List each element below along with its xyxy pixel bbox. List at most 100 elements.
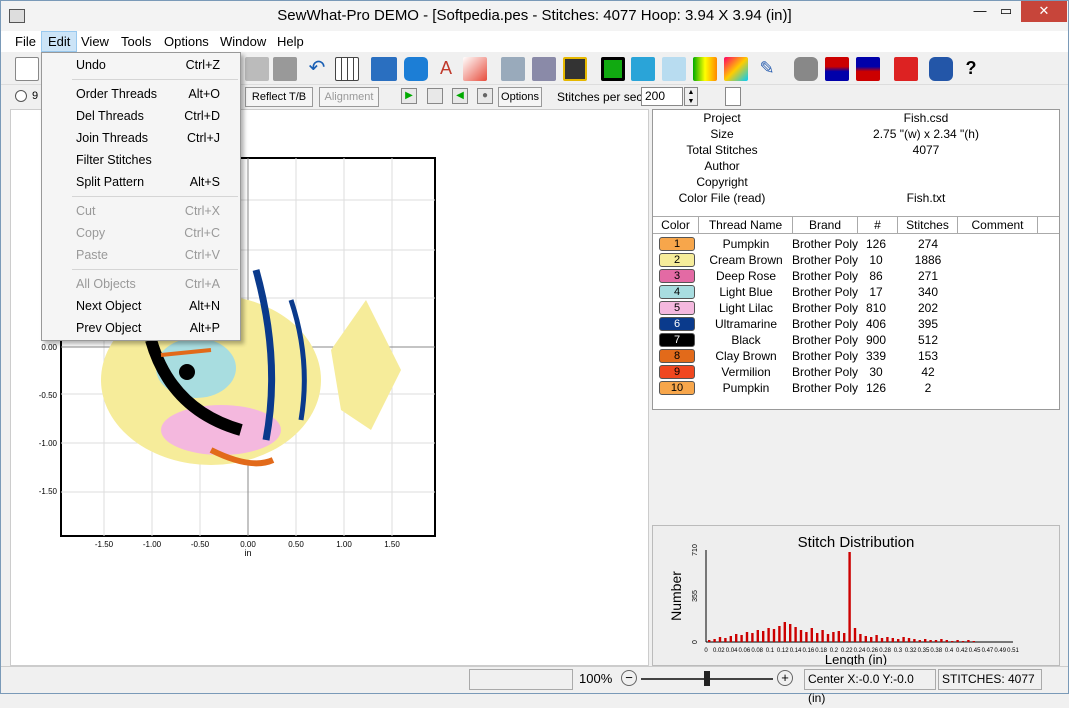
- menu-file[interactable]: File: [9, 31, 42, 52]
- radio-option[interactable]: [15, 90, 27, 102]
- thread-row[interactable]: 2 Cream Brown Brother Poly 10 1886: [653, 252, 1059, 268]
- abc-curve-icon[interactable]: [463, 57, 487, 81]
- edit-menu-item[interactable]: All Objects Ctrl+A: [42, 273, 240, 295]
- thread-row[interactable]: 6 Ultramarine Brother Poly 406 395: [653, 316, 1059, 332]
- stop-icon[interactable]: ●: [477, 88, 493, 104]
- spinner-icon[interactable]: ▲ ▼: [684, 87, 698, 106]
- thread-swatch[interactable]: 1: [659, 237, 695, 251]
- edit-menu-item[interactable]: Join Threads Ctrl+J: [42, 127, 240, 149]
- menu-tools[interactable]: Tools: [115, 31, 157, 52]
- shirt-icon[interactable]: [631, 57, 655, 81]
- thread-swatch[interactable]: 8: [659, 349, 695, 363]
- thread-swatch[interactable]: 10: [659, 381, 695, 395]
- fish-eye: [179, 364, 195, 380]
- menu-item-label: Copy: [76, 226, 106, 240]
- step-back-icon[interactable]: ◀: [452, 88, 468, 104]
- thread-swap2-icon[interactable]: [856, 57, 880, 81]
- edit-menu-item[interactable]: Undo Ctrl+Z: [42, 54, 240, 76]
- help-shield-icon[interactable]: [929, 57, 953, 81]
- menu-window[interactable]: Window: [214, 31, 272, 52]
- thread-brand: Brother Poly: [793, 317, 858, 331]
- palette-icon[interactable]: [724, 57, 748, 81]
- thread-row[interactable]: 7 Black Brother Poly 900 512: [653, 332, 1059, 348]
- zoom-slider-thumb[interactable]: [704, 671, 710, 686]
- dist-bar: [778, 626, 781, 642]
- menu-item-label: Undo: [76, 58, 106, 72]
- menu-item-label: All Objects: [76, 277, 136, 291]
- dist-bar: [972, 641, 975, 642]
- edit-menu-item[interactable]: Next Object Alt+N: [42, 295, 240, 317]
- col-comment[interactable]: Comment: [958, 217, 1038, 234]
- options-button[interactable]: Options: [498, 87, 542, 107]
- edit-menu-item[interactable]: Del Threads Ctrl+D: [42, 105, 240, 127]
- minimize-button[interactable]: —: [967, 1, 993, 22]
- pause-icon[interactable]: [427, 88, 443, 104]
- thread-row[interactable]: 9 Vermilion Brother Poly 30 42: [653, 364, 1059, 380]
- clipboard-icon[interactable]: [273, 57, 297, 81]
- edit-menu-item[interactable]: Prev Object Alt+P: [42, 317, 240, 339]
- dist-bar: [859, 634, 862, 642]
- col-stitches[interactable]: Stitches: [898, 217, 958, 234]
- reflect-tb-button[interactable]: Reflect T/B: [245, 87, 313, 107]
- dist-x-tick: 0.08: [751, 648, 763, 654]
- thread-swatch[interactable]: 7: [659, 333, 695, 347]
- paste-icon[interactable]: [245, 57, 269, 81]
- green-square-icon[interactable]: [601, 57, 625, 81]
- pen-icon[interactable]: ✎: [755, 57, 779, 81]
- gray-shirt-icon[interactable]: [794, 57, 818, 81]
- color-bars-icon[interactable]: [693, 57, 717, 81]
- thread-swap-icon[interactable]: [825, 57, 849, 81]
- thread-swatch[interactable]: 6: [659, 317, 695, 331]
- split-icon[interactable]: [894, 57, 918, 81]
- menu-view[interactable]: View: [75, 31, 115, 52]
- alignment-button[interactable]: Alignment: [319, 87, 379, 107]
- thread-swatch[interactable]: 4: [659, 285, 695, 299]
- col-brand[interactable]: Brand: [793, 217, 858, 234]
- machine-icon[interactable]: [563, 57, 587, 81]
- app-icon[interactable]: [9, 9, 25, 23]
- menu-edit[interactable]: Edit: [41, 31, 78, 52]
- edit-menu-item[interactable]: Paste Ctrl+V: [42, 244, 240, 266]
- dist-x-tick: 0.06: [739, 648, 751, 654]
- col-number[interactable]: #: [858, 217, 898, 234]
- new-file-icon[interactable]: [15, 57, 39, 81]
- copy-pages-icon[interactable]: [501, 57, 525, 81]
- menu-options[interactable]: Options: [158, 31, 215, 52]
- thread-row[interactable]: 5 Light Lilac Brother Poly 810 202: [653, 300, 1059, 316]
- color-box[interactable]: [725, 87, 741, 106]
- grid-icon[interactable]: [335, 57, 359, 81]
- thread-swatch[interactable]: 2: [659, 253, 695, 267]
- thread-row[interactable]: 10 Pumpkin Brother Poly 126 2: [653, 380, 1059, 396]
- save-disk-icon[interactable]: [532, 57, 556, 81]
- close-button[interactable]: ✕: [1021, 1, 1067, 22]
- edit-menu-item[interactable]: Copy Ctrl+C: [42, 222, 240, 244]
- dist-x-tick: 0.1: [766, 648, 775, 654]
- thread-swatch[interactable]: 3: [659, 269, 695, 283]
- menu-help[interactable]: Help: [271, 31, 310, 52]
- text-icon[interactable]: A: [434, 57, 458, 81]
- edit-menu-item[interactable]: Order Threads Alt+O: [42, 83, 240, 105]
- zoom-out-icon[interactable]: −: [621, 670, 637, 686]
- edit-menu-item[interactable]: Filter Stitches: [42, 149, 240, 171]
- thread-swatch[interactable]: 9: [659, 365, 695, 379]
- undo-icon[interactable]: ↶: [305, 57, 329, 81]
- b-icon[interactable]: [404, 57, 428, 81]
- thread-swatch[interactable]: 5: [659, 301, 695, 315]
- col-color[interactable]: Color: [653, 217, 699, 234]
- thread-stitches: 202: [917, 301, 939, 315]
- col-thread-name[interactable]: Thread Name: [699, 217, 793, 234]
- thread-row[interactable]: 1 Pumpkin Brother Poly 126 274: [653, 236, 1059, 252]
- thread-row[interactable]: 3 Deep Rose Brother Poly 86 271: [653, 268, 1059, 284]
- edit-menu-item[interactable]: Split Pattern Alt+S: [42, 171, 240, 193]
- thread-row[interactable]: 8 Clay Brown Brother Poly 339 153: [653, 348, 1059, 364]
- thread-row[interactable]: 4 Light Blue Brother Poly 17 340: [653, 284, 1059, 300]
- maximize-button[interactable]: ▭: [993, 1, 1019, 22]
- icon-icon[interactable]: [371, 57, 397, 81]
- hoop-icon[interactable]: [662, 57, 686, 81]
- zoom-in-icon[interactable]: +: [777, 670, 793, 686]
- stitches-per-sec-input[interactable]: 200: [641, 87, 683, 106]
- context-help-icon[interactable]: ?: [959, 57, 983, 81]
- play-icon[interactable]: ▶: [401, 88, 417, 104]
- dist-bar: [805, 632, 808, 642]
- edit-menu-item[interactable]: Cut Ctrl+X: [42, 200, 240, 222]
